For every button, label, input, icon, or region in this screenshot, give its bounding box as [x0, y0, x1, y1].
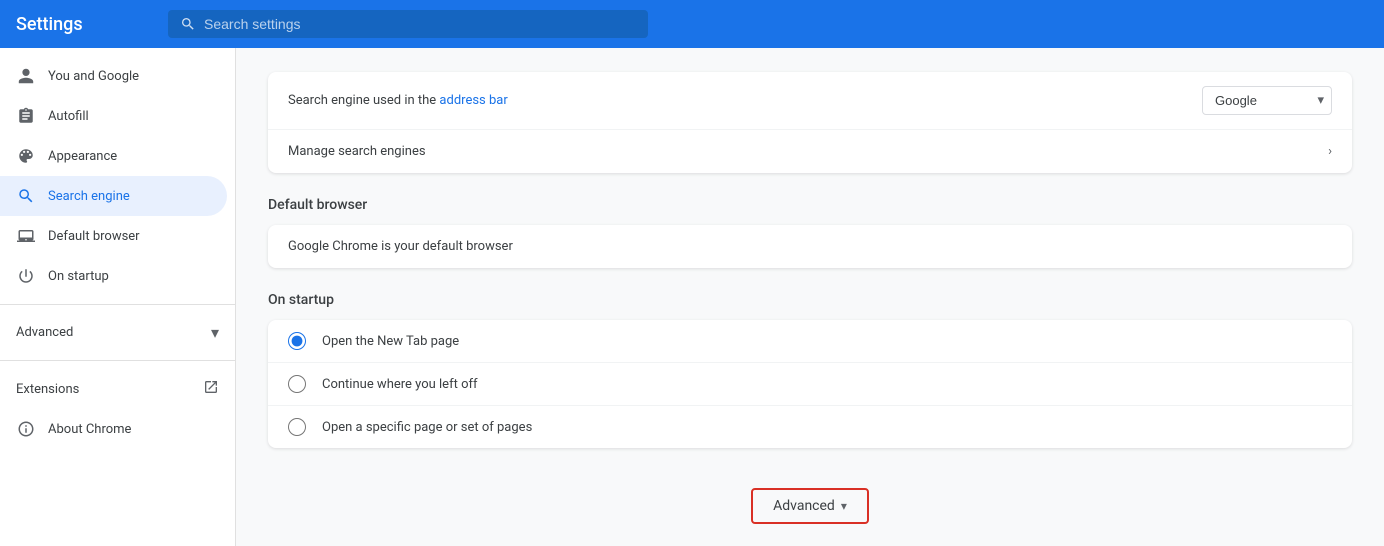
- sidebar-item-about-chrome[interactable]: About Chrome: [0, 409, 227, 449]
- sidebar-item-you-and-google[interactable]: You and Google: [0, 56, 227, 96]
- search-icon: [180, 16, 196, 32]
- advanced-button-label: Advanced: [773, 498, 835, 514]
- default-browser-status-row: Google Chrome is your default browser: [268, 225, 1352, 268]
- radio-row-continue[interactable]: Continue where you left off: [268, 363, 1352, 406]
- search-nav-icon: [16, 186, 36, 206]
- sidebar-divider-2: [0, 360, 235, 361]
- person-icon: [16, 66, 36, 86]
- search-engine-select[interactable]: Google Bing DuckDuckGo Yahoo: [1202, 86, 1332, 115]
- computer-icon: [16, 226, 36, 246]
- radio-label-continue: Continue where you left off: [322, 377, 478, 392]
- radio-new-tab[interactable]: [288, 332, 306, 350]
- default-browser-card: Google Chrome is your default browser: [268, 225, 1352, 268]
- sidebar-item-default-browser[interactable]: Default browser: [0, 216, 227, 256]
- sidebar-item-advanced[interactable]: Advanced ▾: [0, 313, 235, 352]
- radio-label-new-tab: Open the New Tab page: [322, 334, 459, 349]
- palette-icon: [16, 146, 36, 166]
- default-browser-title: Default browser: [268, 197, 1352, 213]
- topbar: Settings: [0, 0, 1384, 48]
- sidebar-item-label: On startup: [48, 269, 109, 284]
- sidebar-item-label: Autofill: [48, 109, 89, 124]
- chevron-down-icon: ▾: [211, 323, 219, 342]
- manage-search-engines-row[interactable]: Manage search engines ›: [268, 130, 1352, 173]
- manage-search-engines-label: Manage search engines: [288, 144, 1328, 159]
- layout: You and Google Autofill Appearance Searc…: [0, 48, 1384, 546]
- advanced-chevron-icon: ▾: [841, 499, 847, 513]
- sidebar-item-appearance[interactable]: Appearance: [0, 136, 227, 176]
- radio-continue[interactable]: [288, 375, 306, 393]
- app-title: Settings: [16, 14, 136, 35]
- search-input[interactable]: [204, 16, 636, 32]
- assignment-icon: [16, 106, 36, 126]
- on-startup-card: Open the New Tab page Continue where you…: [268, 320, 1352, 448]
- info-icon: [16, 419, 36, 439]
- on-startup-title: On startup: [268, 292, 1352, 308]
- extensions-label: Extensions: [16, 382, 79, 397]
- default-browser-status: Google Chrome is your default browser: [288, 239, 1332, 254]
- main-content: Search engine used in the address bar Go…: [236, 48, 1384, 546]
- search-bar[interactable]: [168, 10, 648, 38]
- radio-specific-page[interactable]: [288, 418, 306, 436]
- sidebar-item-search-engine[interactable]: Search engine: [0, 176, 227, 216]
- advanced-button[interactable]: Advanced ▾: [751, 488, 869, 524]
- chevron-right-icon: ›: [1328, 144, 1332, 159]
- sidebar-item-label: About Chrome: [48, 422, 131, 437]
- sidebar-item-label: Default browser: [48, 229, 140, 244]
- radio-row-new-tab[interactable]: Open the New Tab page: [268, 320, 1352, 363]
- sidebar-item-label: Appearance: [48, 149, 117, 164]
- external-link-icon: [203, 379, 219, 399]
- radio-row-specific-page[interactable]: Open a specific page or set of pages: [268, 406, 1352, 448]
- bottom-bar: Advanced ▾: [268, 472, 1352, 540]
- radio-label-specific-page: Open a specific page or set of pages: [322, 420, 532, 435]
- sidebar-divider: [0, 304, 235, 305]
- sidebar-item-on-startup[interactable]: On startup: [0, 256, 227, 296]
- sidebar-item-extensions[interactable]: Extensions: [0, 369, 235, 409]
- sidebar-item-autofill[interactable]: Autofill: [0, 96, 227, 136]
- sidebar-item-label: You and Google: [48, 69, 139, 84]
- sidebar: You and Google Autofill Appearance Searc…: [0, 48, 236, 546]
- advanced-label: Advanced: [16, 325, 73, 340]
- address-bar-link[interactable]: address bar: [439, 93, 507, 108]
- power-icon: [16, 266, 36, 286]
- search-engine-select-wrapper: Google Bing DuckDuckGo Yahoo ▾: [1202, 86, 1332, 115]
- search-engine-label: Search engine used in the address bar: [288, 93, 1202, 108]
- search-engine-card: Search engine used in the address bar Go…: [268, 72, 1352, 173]
- sidebar-item-label: Search engine: [48, 189, 130, 204]
- search-engine-row: Search engine used in the address bar Go…: [268, 72, 1352, 130]
